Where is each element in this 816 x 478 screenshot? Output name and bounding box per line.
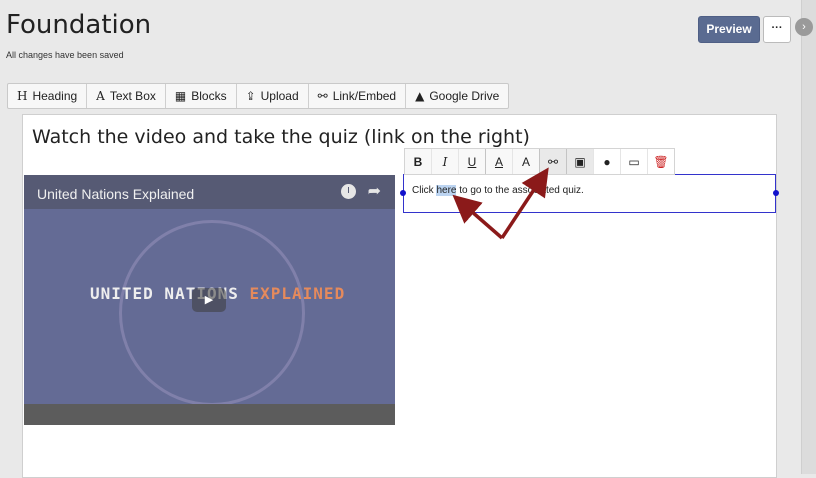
text-content[interactable]: Click here to go to the associated quiz. <box>412 185 584 196</box>
heading-icon: H <box>17 89 28 103</box>
text-box-button[interactable]: A Text Box <box>87 84 166 108</box>
chevron-right-icon[interactable]: › <box>795 18 813 36</box>
upload-button[interactable]: ⇪ Upload <box>237 84 309 108</box>
format-toolbar: B I U A A ⚯ ▣ ● ▭ 🗑 <box>404 148 675 175</box>
video-actions: ➦ <box>340 184 381 200</box>
blocks-icon: ▦ <box>174 89 187 103</box>
watch-later-icon[interactable] <box>340 184 356 199</box>
text-block-selected[interactable]: Click here to go to the associated quiz. <box>400 174 779 213</box>
page-title: Foundation <box>6 10 152 40</box>
selected-link-text[interactable]: here <box>436 185 457 196</box>
text-color-icon[interactable]: A <box>486 149 513 174</box>
delete-icon[interactable]: 🗑 <box>648 149 674 174</box>
heading-block[interactable]: Watch the video and take the quiz (link … <box>32 126 530 148</box>
share-icon[interactable]: ➦ <box>368 184 381 200</box>
underline-button[interactable]: U <box>459 149 486 174</box>
heading-label: Heading <box>32 89 78 103</box>
un-globe-emblem <box>119 220 305 404</box>
play-icon[interactable]: ▶ <box>192 288 226 312</box>
preview-button[interactable]: Preview <box>698 16 760 43</box>
link-icon: ⚯ <box>317 89 328 103</box>
video-title[interactable]: United Nations Explained <box>37 186 194 202</box>
card-icon[interactable]: ▭ <box>621 149 648 174</box>
link-icon[interactable]: ⚯ <box>540 149 567 174</box>
insert-toolbar: H Heading A Text Box ▦ Blocks ⇪ Upload ⚯… <box>7 83 510 109</box>
bold-button[interactable]: B <box>405 149 432 174</box>
editor-header: Foundation All changes have been saved P… <box>0 0 800 74</box>
resize-handle-left[interactable] <box>400 190 406 196</box>
italic-button[interactable]: I <box>432 149 459 174</box>
image-icon[interactable]: ▣ <box>567 149 594 174</box>
google-drive-label: Google Drive <box>429 89 500 103</box>
text-before: Click <box>412 185 437 196</box>
upload-icon: ⇪ <box>245 89 256 103</box>
blocks-label: Blocks <box>191 89 227 103</box>
video-frame[interactable]: United Nations Explained ➦ UNITED NATION… <box>24 175 395 404</box>
blocks-button[interactable]: ▦ Blocks <box>166 84 237 108</box>
text-box-icon: A <box>96 89 105 103</box>
right-side-panel[interactable] <box>801 0 816 474</box>
link-embed-label: Link/Embed <box>332 89 397 103</box>
upload-label: Upload <box>260 89 299 103</box>
save-status: All changes have been saved <box>6 50 124 60</box>
heading-button[interactable]: H Heading <box>8 84 88 108</box>
fill-color-icon[interactable]: ● <box>594 149 621 174</box>
resize-handle-right[interactable] <box>773 190 779 196</box>
video-title-bar: United Nations Explained ➦ <box>24 175 395 209</box>
text-after: to go to the associated quiz. <box>456 185 584 196</box>
link-embed-button[interactable]: ⚯ Link/Embed <box>309 84 407 108</box>
more-options-button[interactable]: ··· <box>763 16 791 43</box>
video-embed[interactable]: United Nations Explained ➦ UNITED NATION… <box>24 175 395 425</box>
caption-orange: EXPLAINED <box>249 284 346 303</box>
google-drive-button[interactable]: ▲ Google Drive <box>406 84 508 108</box>
text-box-label: Text Box <box>109 89 156 103</box>
highlight-icon[interactable]: A <box>513 149 540 174</box>
google-drive-icon: ▲ <box>415 89 425 103</box>
